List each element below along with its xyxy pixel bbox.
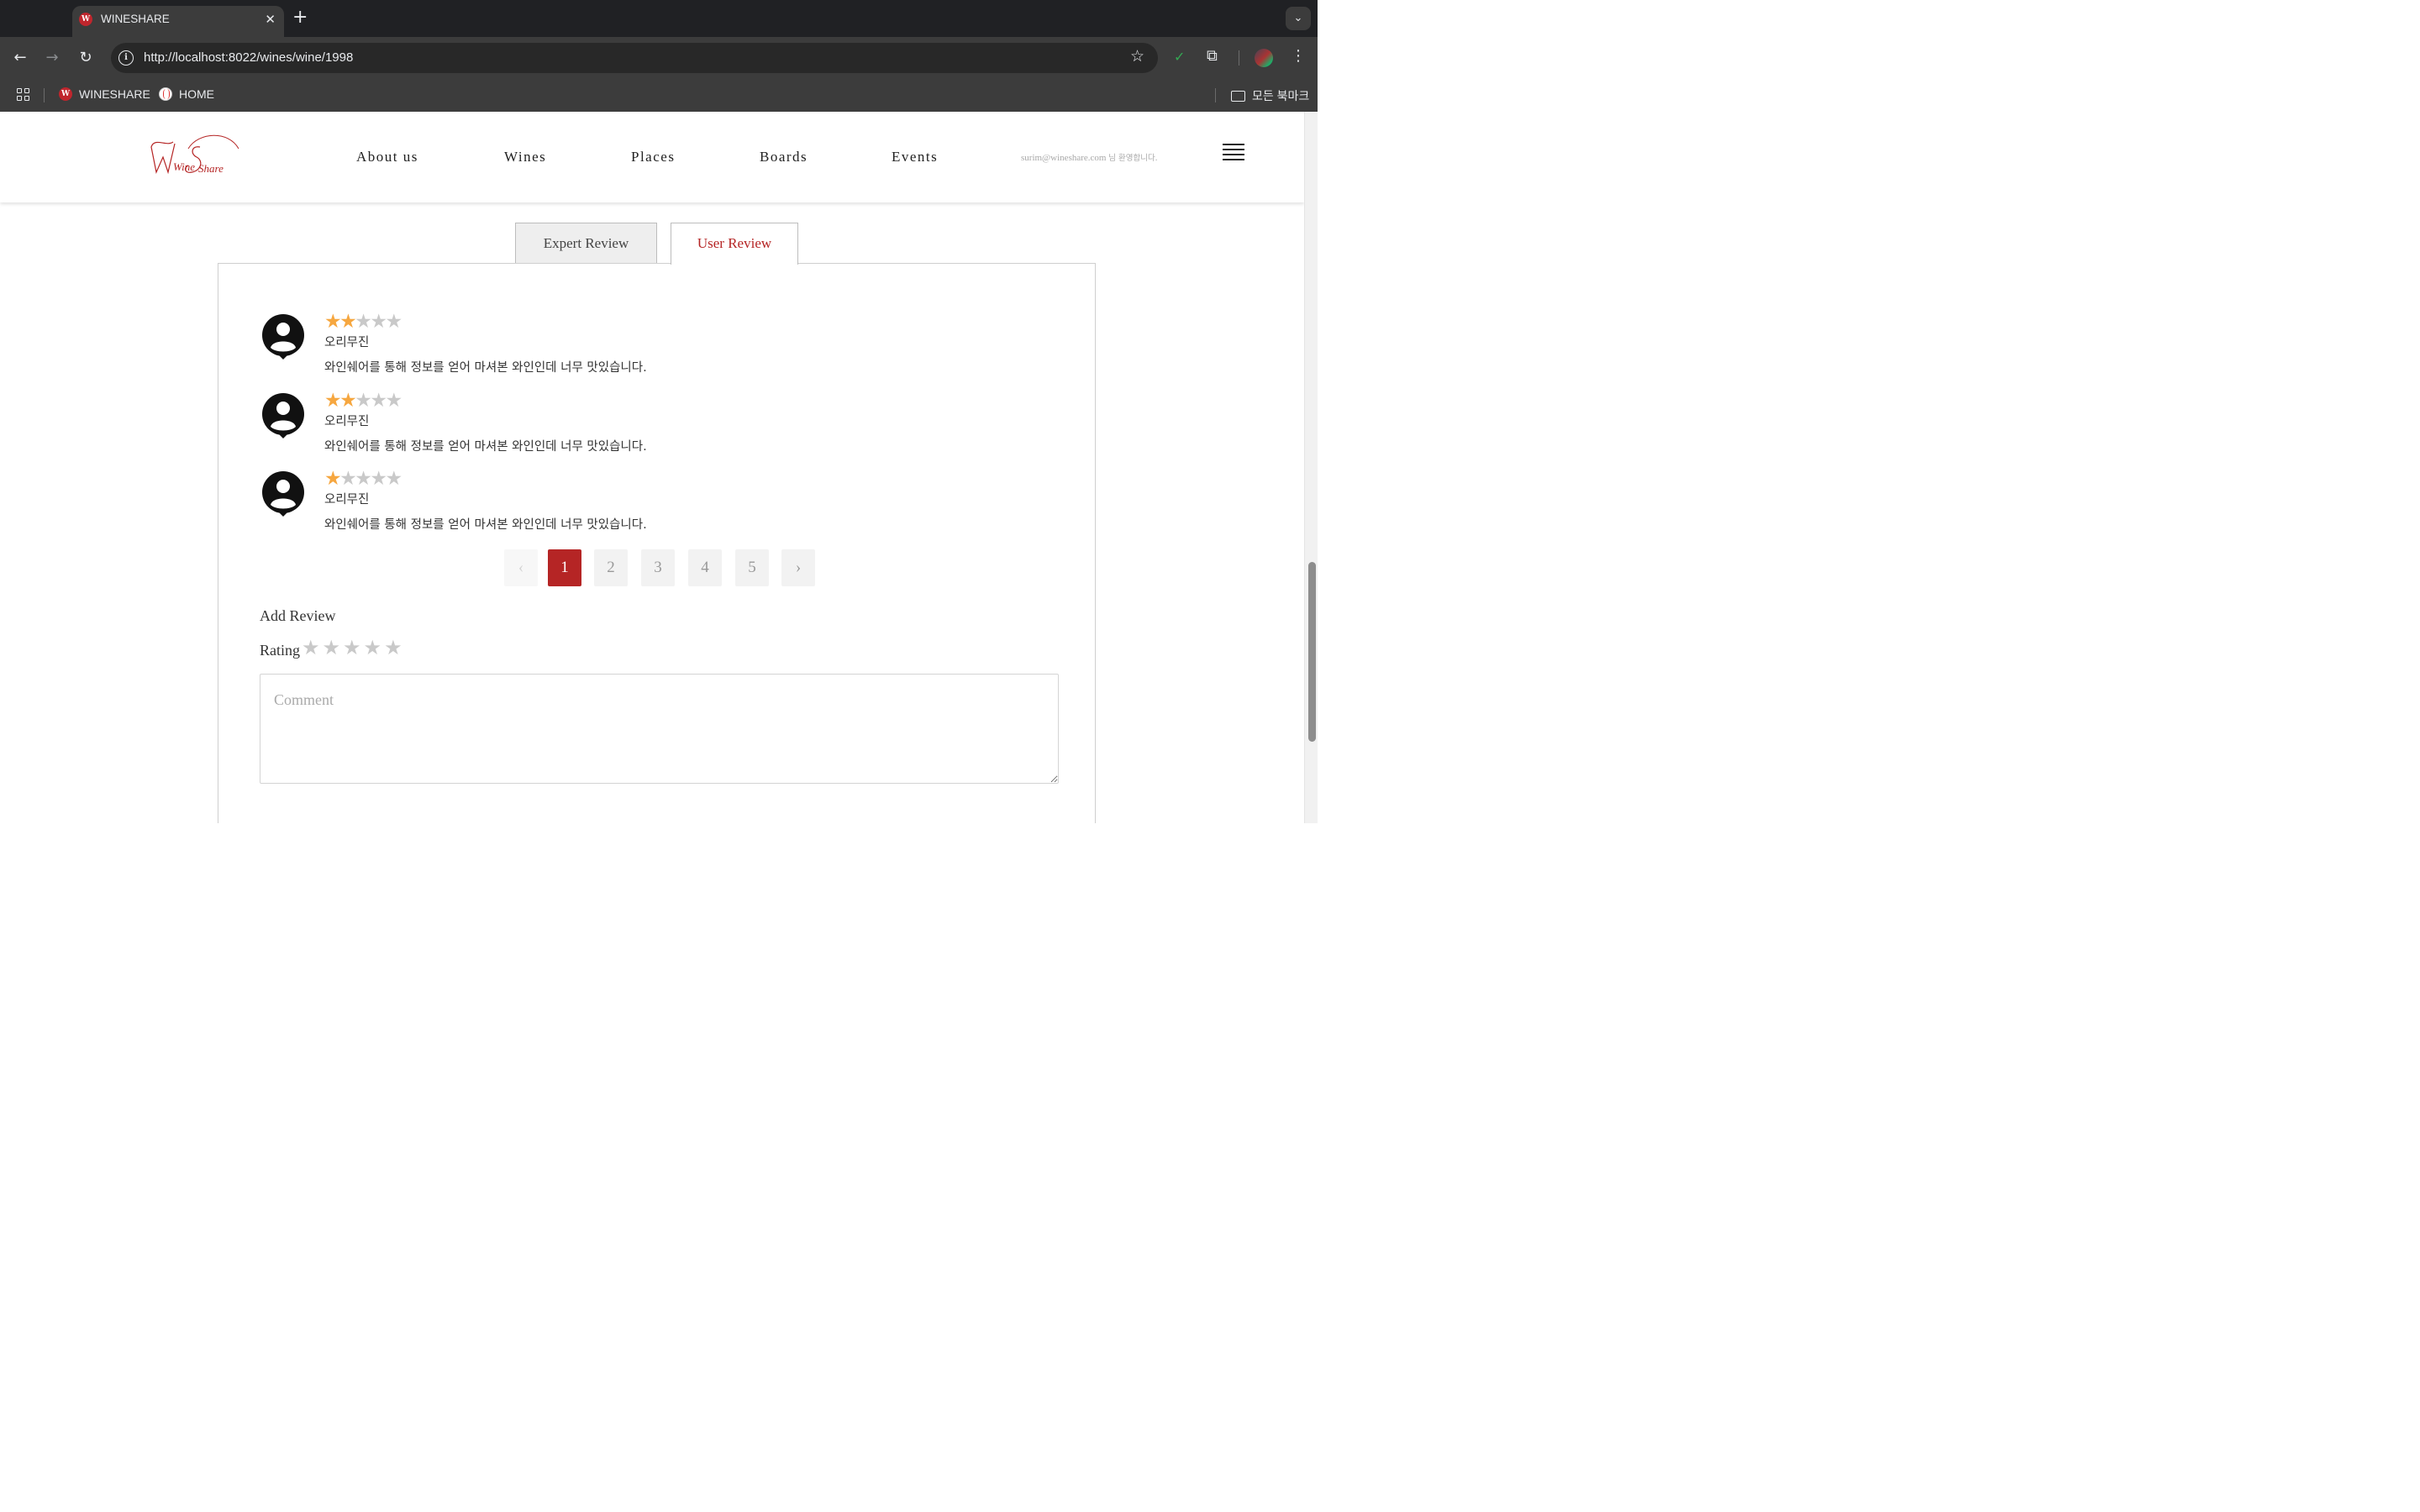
- reload-button[interactable]: ↻: [75, 47, 97, 69]
- tab-expert-review[interactable]: Expert Review: [515, 223, 657, 264]
- rating-stars-input[interactable]: ★ ★ ★ ★ ★: [302, 637, 402, 659]
- rating-star-4-icon[interactable]: ★: [364, 637, 382, 659]
- scrollbar-thumb[interactable]: [1308, 562, 1316, 742]
- rating-star-3-icon[interactable]: ★: [343, 637, 361, 659]
- star-filled-icon: ★: [324, 390, 342, 412]
- browser-menu-icon[interactable]: ⋮: [1291, 47, 1306, 65]
- logo-text: Share: [198, 162, 224, 175]
- nav-wines[interactable]: Wines: [504, 149, 546, 165]
- star-filled-icon: ★: [339, 390, 357, 412]
- tab-search-button[interactable]: ⌄: [1286, 7, 1311, 30]
- review-item: ★★★★★ 오리무진 와인쉐어를 통해 정보를 얻어 마셔본 와인인데 너무 맛있습…: [260, 311, 849, 381]
- rating-star-5-icon[interactable]: ★: [384, 637, 402, 659]
- page-scrollbar[interactable]: [1304, 112, 1318, 823]
- bookmark-star-icon[interactable]: ☆: [1130, 47, 1144, 66]
- rating-star-2-icon[interactable]: ★: [323, 637, 341, 659]
- nav-events[interactable]: Events: [892, 149, 938, 165]
- bookmark-home[interactable]: HOME: [159, 87, 214, 101]
- user-avatar-icon: [262, 393, 304, 438]
- baseball-icon: [159, 87, 172, 101]
- wineshare-logo[interactable]: Wine Share: [148, 130, 242, 182]
- browser-tab[interactable]: W WINESHARE ✕: [72, 6, 284, 37]
- user-review-panel: ★★★★★ 오리무진 와인쉐어를 통해 정보를 얻어 마셔본 와인인데 너무 맛있습…: [218, 263, 1096, 823]
- review-text: 와인쉐어를 통해 정보를 얻어 마셔본 와인인데 너무 맛있습니다.: [324, 361, 647, 375]
- wineshare-favicon-icon: W: [59, 87, 72, 101]
- star-empty-icon: ★: [370, 311, 387, 333]
- review-item: ★★★★★ 오리무진 와인쉐어를 통해 정보를 얻어 마셔본 와인인데 너무 맛있습…: [260, 468, 849, 538]
- apps-grid-icon[interactable]: [17, 88, 30, 102]
- star-empty-icon: ★: [355, 468, 372, 490]
- logo-text: Wine: [173, 160, 195, 173]
- star-empty-icon: ★: [370, 468, 387, 490]
- star-empty-icon: ★: [385, 390, 403, 412]
- rating-star-1-icon[interactable]: ★: [302, 637, 320, 659]
- review-author: 오리무진: [324, 336, 370, 349]
- bookmark-label: HOME: [179, 87, 214, 101]
- star-empty-icon: ★: [355, 311, 372, 333]
- welcome-email: surim@wineshare.com: [1021, 153, 1107, 163]
- pagination-page-3[interactable]: 3: [641, 549, 675, 586]
- profile-avatar[interactable]: [1255, 49, 1273, 67]
- forward-button[interactable]: →: [41, 47, 63, 69]
- browser-tab-bar: W WINESHARE ✕ + ⌄: [0, 0, 1318, 37]
- rating-label: Rating: [260, 642, 300, 659]
- site-info-icon[interactable]: i: [118, 50, 134, 66]
- pagination-page-2[interactable]: 2: [594, 549, 628, 586]
- tab-user-review[interactable]: User Review: [671, 223, 798, 265]
- tab-title: WINESHARE: [101, 13, 170, 25]
- review-rating-stars: ★★★★★: [324, 311, 403, 333]
- add-review-title: Add Review: [260, 607, 336, 624]
- pagination-page-5[interactable]: 5: [735, 549, 769, 586]
- review-rating-stars: ★★★★★: [324, 468, 403, 490]
- user-avatar-icon: [262, 314, 304, 360]
- all-bookmarks-button[interactable]: 모든 북마크: [1231, 87, 1309, 104]
- review-item: ★★★★★ 오리무진 와인쉐어를 통해 정보를 얻어 마셔본 와인인데 너무 맛있습…: [260, 390, 849, 460]
- star-empty-icon: ★: [339, 468, 357, 490]
- extensions-puzzle-icon[interactable]: ⧉: [1207, 47, 1218, 65]
- close-tab-icon[interactable]: ✕: [265, 12, 276, 27]
- star-filled-icon: ★: [324, 311, 342, 333]
- review-rating-stars: ★★★★★: [324, 390, 403, 412]
- all-bookmarks-label: 모든 북마크: [1252, 89, 1310, 102]
- pagination-page-1[interactable]: 1: [548, 549, 581, 586]
- review-text: 와인쉐어를 통해 정보를 얻어 마셔본 와인인데 너무 맛있습니다.: [324, 440, 647, 454]
- pagination-page-4[interactable]: 4: [688, 549, 722, 586]
- bookmark-divider: [1215, 88, 1216, 102]
- nav-about-us[interactable]: About us: [356, 149, 418, 165]
- review-author: 오리무진: [324, 493, 370, 507]
- comment-textarea[interactable]: [260, 674, 1059, 784]
- page-viewport: Wine Share About us Wines Places Boards …: [0, 112, 1304, 823]
- star-filled-icon: ★: [324, 468, 342, 490]
- folder-icon: [1231, 90, 1245, 102]
- user-avatar-icon: [262, 471, 304, 517]
- star-empty-icon: ★: [385, 311, 403, 333]
- bookmark-wineshare[interactable]: W WINESHARE: [59, 87, 150, 101]
- pagination-next-button[interactable]: ›: [781, 549, 815, 586]
- url-text[interactable]: http://localhost:8022/wines/wine/1998: [144, 50, 353, 65]
- welcome-message: surim@wineshare.com 님 환영합니다.: [1021, 151, 1158, 163]
- bookmarks-bar: W WINESHARE HOME 모든 북마크: [0, 79, 1318, 112]
- bookmark-divider: [44, 88, 45, 102]
- wineshare-favicon-icon: W: [79, 13, 92, 26]
- pagination-prev-button[interactable]: ‹: [504, 549, 538, 586]
- site-header: Wine Share About us Wines Places Boards …: [0, 112, 1304, 202]
- browser-toolbar: ← → ↻ i http://localhost:8022/wines/wine…: [0, 37, 1318, 79]
- star-empty-icon: ★: [370, 390, 387, 412]
- review-text: 와인쉐어를 통해 정보를 얻어 마셔본 와인인데 너무 맛있습니다.: [324, 518, 647, 532]
- address-bar[interactable]: i http://localhost:8022/wines/wine/1998 …: [111, 43, 1158, 73]
- review-author: 오리무진: [324, 415, 370, 428]
- hamburger-menu-icon[interactable]: [1223, 144, 1244, 160]
- bookmark-label: WINESHARE: [79, 87, 150, 101]
- star-filled-icon: ★: [339, 311, 357, 333]
- back-button[interactable]: ←: [9, 47, 31, 69]
- nav-places[interactable]: Places: [631, 149, 675, 165]
- welcome-suffix: 님 환영합니다.: [1108, 154, 1158, 163]
- extension-icon[interactable]: ✓: [1174, 49, 1185, 65]
- new-tab-button[interactable]: +: [292, 7, 308, 29]
- star-empty-icon: ★: [385, 468, 403, 490]
- star-empty-icon: ★: [355, 390, 372, 412]
- nav-boards[interactable]: Boards: [760, 149, 808, 165]
